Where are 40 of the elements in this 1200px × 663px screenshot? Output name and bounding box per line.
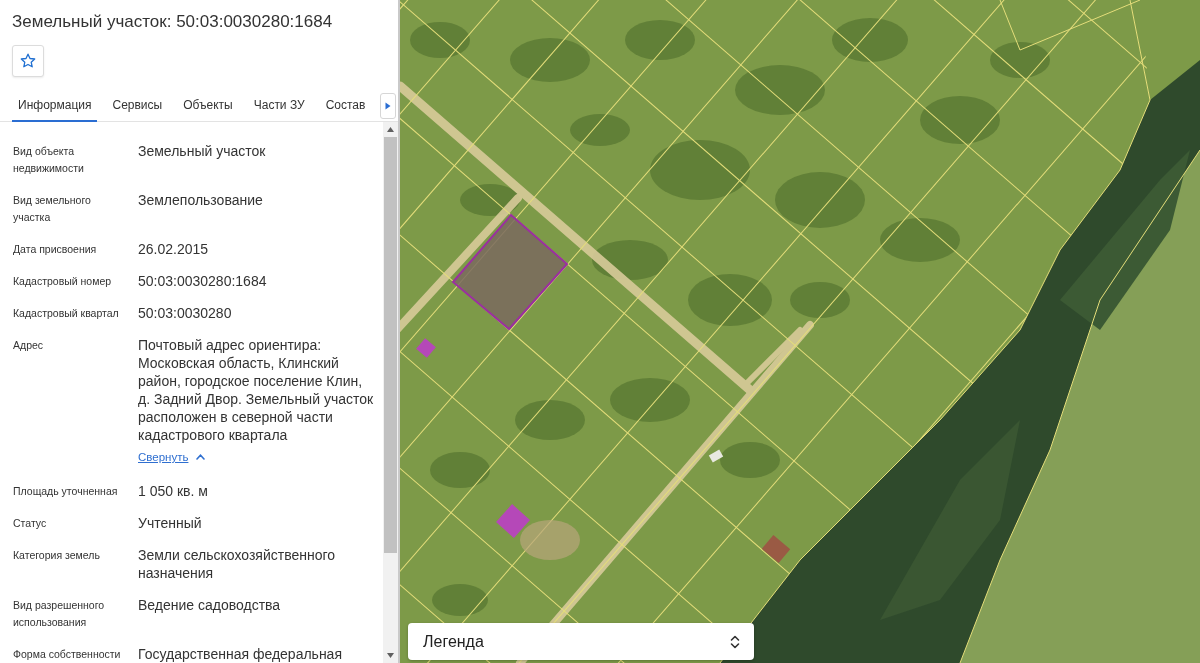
property-value: Почтовый адрес ориентира: Московская область, Клинский район, городское поселение Клин, д. Задний Двор. Земельный участок расположен в северной части кадастрового квартала (138, 336, 375, 444)
property-label: Категория земель (13, 548, 101, 563)
collapse-link[interactable]: Свернуть (138, 448, 206, 466)
tab[interactable]: Информация (12, 91, 98, 122)
property-value: Землепользование (138, 191, 264, 209)
scrollbar-track[interactable] (383, 122, 398, 663)
property-label: Дата присвоения (13, 242, 98, 257)
property-label: Вид разрешенного использования (13, 598, 106, 630)
property-value: 1 050 кв. м (138, 482, 209, 500)
property-label: Вид земельного участка (13, 193, 92, 225)
property-value: 50:03:0030280:1684 (138, 272, 268, 290)
tab[interactable]: Состав (319, 91, 372, 122)
property-value: 26.02.2015 (138, 240, 210, 258)
property-value: Земли сельскохозяйственного назначения (138, 546, 337, 582)
property-value: Государственная федеральная (138, 645, 343, 663)
property-label: Статус (13, 516, 48, 531)
tab[interactable]: Сервисы (106, 91, 169, 122)
property-value: Земельный участок (138, 142, 267, 160)
tabs-scroll-right-button[interactable] (380, 93, 396, 119)
property-label: Площадь уточненная (13, 484, 119, 499)
property-value: Учтенный (138, 514, 203, 532)
property-value: Ведение садоводства (138, 596, 282, 614)
property-label: Вид объекта недвижимости (13, 144, 85, 176)
property-label: Адрес (13, 338, 45, 353)
caret-down-icon[interactable] (387, 653, 394, 658)
tab[interactable]: Объекты (177, 91, 239, 122)
scrollbar-thumb[interactable] (384, 137, 397, 553)
property-label: Кадастровый номер (13, 274, 113, 289)
property-label: Форма собственности (13, 647, 122, 662)
legend-dropdown[interactable]: Легенда (408, 623, 754, 660)
star-icon (20, 53, 36, 69)
favorite-button[interactable] (12, 45, 44, 77)
chevron-up-icon (196, 454, 206, 460)
chevron-up-down-icon (730, 633, 740, 650)
property-value: 50:03:0030280 (138, 304, 233, 322)
tab[interactable]: Части ЗУ (247, 91, 311, 122)
property-label: Кадастровый квартал (13, 306, 120, 321)
panel-title: Земельный участок: 50:03:0030280:1684 (12, 11, 334, 33)
caret-up-icon[interactable] (387, 127, 394, 132)
caret-right-icon (385, 102, 392, 110)
